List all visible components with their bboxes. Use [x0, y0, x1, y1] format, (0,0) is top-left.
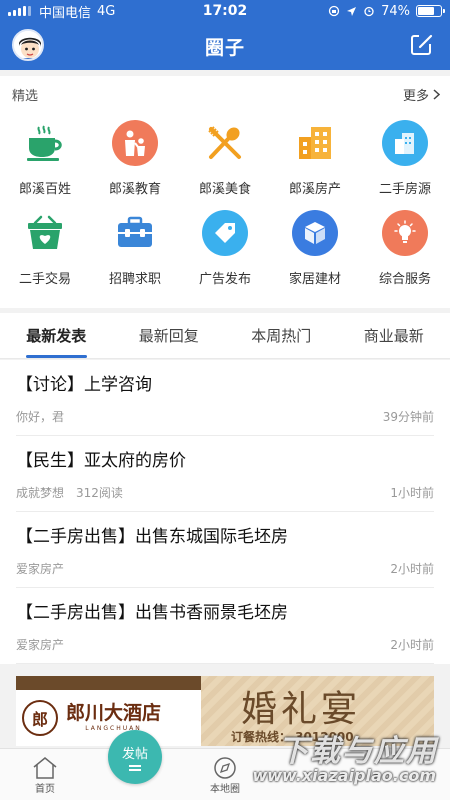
- category-guanggao-fabu[interactable]: 广告发布: [180, 204, 270, 294]
- hotel-seal-icon: 郎: [22, 700, 58, 736]
- app-header: 圈子: [0, 22, 450, 70]
- lock-rotation-icon: [328, 5, 340, 17]
- tab-business-latest[interactable]: 商业最新: [338, 313, 450, 358]
- new-post-label: 发帖: [121, 747, 148, 762]
- new-post-button[interactable]: 发帖: [108, 730, 162, 784]
- nav-home-label: 首页: [35, 784, 55, 795]
- category-jiaju-jiancai[interactable]: 家居建材: [270, 204, 360, 294]
- post-title: 【民生】亚太府的房价: [16, 451, 186, 471]
- banner-pattern: 婚礼宴 订餐热线： 3012000: [201, 676, 434, 746]
- post-time: 1小时前: [390, 486, 434, 500]
- post-author: 成就梦想: [16, 486, 65, 500]
- avatar[interactable]: [12, 29, 44, 61]
- category-laxi-fangchan[interactable]: 郎溪房产: [270, 114, 360, 204]
- bulb-icon: [382, 210, 428, 256]
- category-label: 二手交易: [18, 272, 71, 287]
- status-bar: 中国电信 4G 17:02 74%: [0, 0, 450, 22]
- teacup-icon: [22, 120, 68, 166]
- tab-weekly-hot[interactable]: 本周热门: [225, 313, 338, 358]
- post-time: 39分钟前: [382, 410, 434, 424]
- battery-icon: [416, 5, 445, 17]
- top-bar: 中国电信 4G 17:02 74% 圈子: [0, 0, 450, 70]
- category-label: 广告发布: [198, 272, 251, 287]
- category-label: 综合服务: [378, 272, 431, 287]
- fork-spoon-icon: [202, 120, 248, 166]
- category-label: 郎溪房产: [288, 182, 341, 197]
- compose-icon[interactable]: [410, 33, 434, 57]
- hotel-name: 郎川大酒店: [66, 702, 162, 724]
- category-laxi-baixing[interactable]: 郎溪百姓: [0, 114, 90, 204]
- battery-percent: 74%: [381, 3, 410, 19]
- list-item[interactable]: 【讨论】上学咨询 你好，君 39分钟前: [16, 360, 434, 436]
- category-ershou-fangyuan[interactable]: 二手房源: [360, 114, 450, 204]
- carrier: 中国电信: [39, 5, 92, 21]
- category-zonghe-fuwu[interactable]: 综合服务: [360, 204, 450, 294]
- hotel-name-en: LANGCHUAN: [85, 725, 142, 732]
- bottom-nav: 首页 本地圈: [0, 748, 450, 800]
- section-title: 精选: [12, 88, 39, 104]
- tag-icon: [202, 210, 248, 256]
- post-time: 2小时前: [390, 638, 434, 652]
- basket-icon: [22, 210, 68, 256]
- category-laxi-meishi[interactable]: 郎溪美食: [180, 114, 270, 204]
- signal-icon: [8, 6, 31, 16]
- hotel-logo-area: 郎 郎川大酒店 LANGCHUAN: [16, 690, 201, 746]
- post-tabs: 最新发表 最新回复 本周热门 商业最新: [0, 313, 450, 359]
- nav-home[interactable]: 首页: [0, 749, 90, 800]
- post-views: 312阅读: [76, 486, 123, 500]
- category-label: 郎溪百姓: [18, 182, 71, 197]
- location-icon: [347, 6, 357, 16]
- chevron-right-icon: [433, 88, 440, 100]
- nav-local-label: 本地圈: [210, 784, 240, 795]
- family-icon: [112, 120, 158, 166]
- category-zhaopin-qiuzhi[interactable]: 招聘求职: [90, 204, 180, 294]
- post-time: 2小时前: [390, 562, 434, 576]
- banner-phone: 订餐热线： 3012000: [231, 730, 354, 744]
- box-icon: [292, 210, 338, 256]
- alarm-icon: [364, 6, 374, 17]
- building-icon: [292, 120, 338, 166]
- menu-lines-icon: [129, 765, 141, 771]
- category-laxi-jiaoyu[interactable]: 郎溪教育: [90, 114, 180, 204]
- list-item[interactable]: 【二手房出售】出售东城国际毛坯房 爱家房产 2小时前: [16, 512, 434, 588]
- nav-local[interactable]: 本地圈: [180, 749, 270, 800]
- ad-banner[interactable]: 郎 郎川大酒店 LANGCHUAN 婚礼宴 订餐热线： 3012000: [16, 676, 434, 746]
- tab-latest-posts[interactable]: 最新发表: [0, 313, 113, 358]
- category-label: 郎溪教育: [108, 182, 161, 197]
- featured-section: 精选 更多 郎溪百姓 郎溪教育 郎溪美食 郎溪房产 二手房源 二手交易 招聘求职…: [0, 76, 450, 308]
- compass-icon: [214, 757, 236, 779]
- tab-latest-replies[interactable]: 最新回复: [113, 313, 226, 358]
- network-type: 4G: [97, 3, 116, 19]
- category-label: 招聘求职: [108, 272, 161, 287]
- category-ershou-jiaoyi[interactable]: 二手交易: [0, 204, 90, 294]
- page-title: 圈子: [204, 36, 245, 59]
- post-list: 【讨论】上学咨询 你好，君 39分钟前 【民生】亚太府的房价 成就梦想 312阅读…: [0, 360, 450, 664]
- briefcase-icon: [112, 210, 158, 256]
- post-author: 爱家房产: [16, 562, 65, 576]
- more-label: 更多: [402, 88, 429, 104]
- category-label: 二手房源: [378, 182, 431, 197]
- post-title: 【二手房出售】出售书香丽景毛坯房: [16, 603, 288, 623]
- category-label: 家居建材: [288, 272, 341, 287]
- banner-headline: 婚礼宴: [241, 689, 362, 730]
- list-item[interactable]: 【民生】亚太府的房价 成就梦想 312阅读 1小时前: [16, 436, 434, 512]
- house-icon: [382, 120, 428, 166]
- category-label: 郎溪美食: [198, 182, 251, 197]
- list-item[interactable]: 【二手房出售】出售书香丽景毛坯房 爱家房产 2小时前: [16, 588, 434, 664]
- post-author: 爱家房产: [16, 638, 65, 652]
- post-title: 【二手房出售】出售东城国际毛坯房: [16, 527, 288, 547]
- post-title: 【讨论】上学咨询: [16, 375, 152, 395]
- more-link[interactable]: 更多: [403, 85, 440, 104]
- post-author: 你好，君: [16, 410, 65, 424]
- home-icon: [33, 757, 57, 779]
